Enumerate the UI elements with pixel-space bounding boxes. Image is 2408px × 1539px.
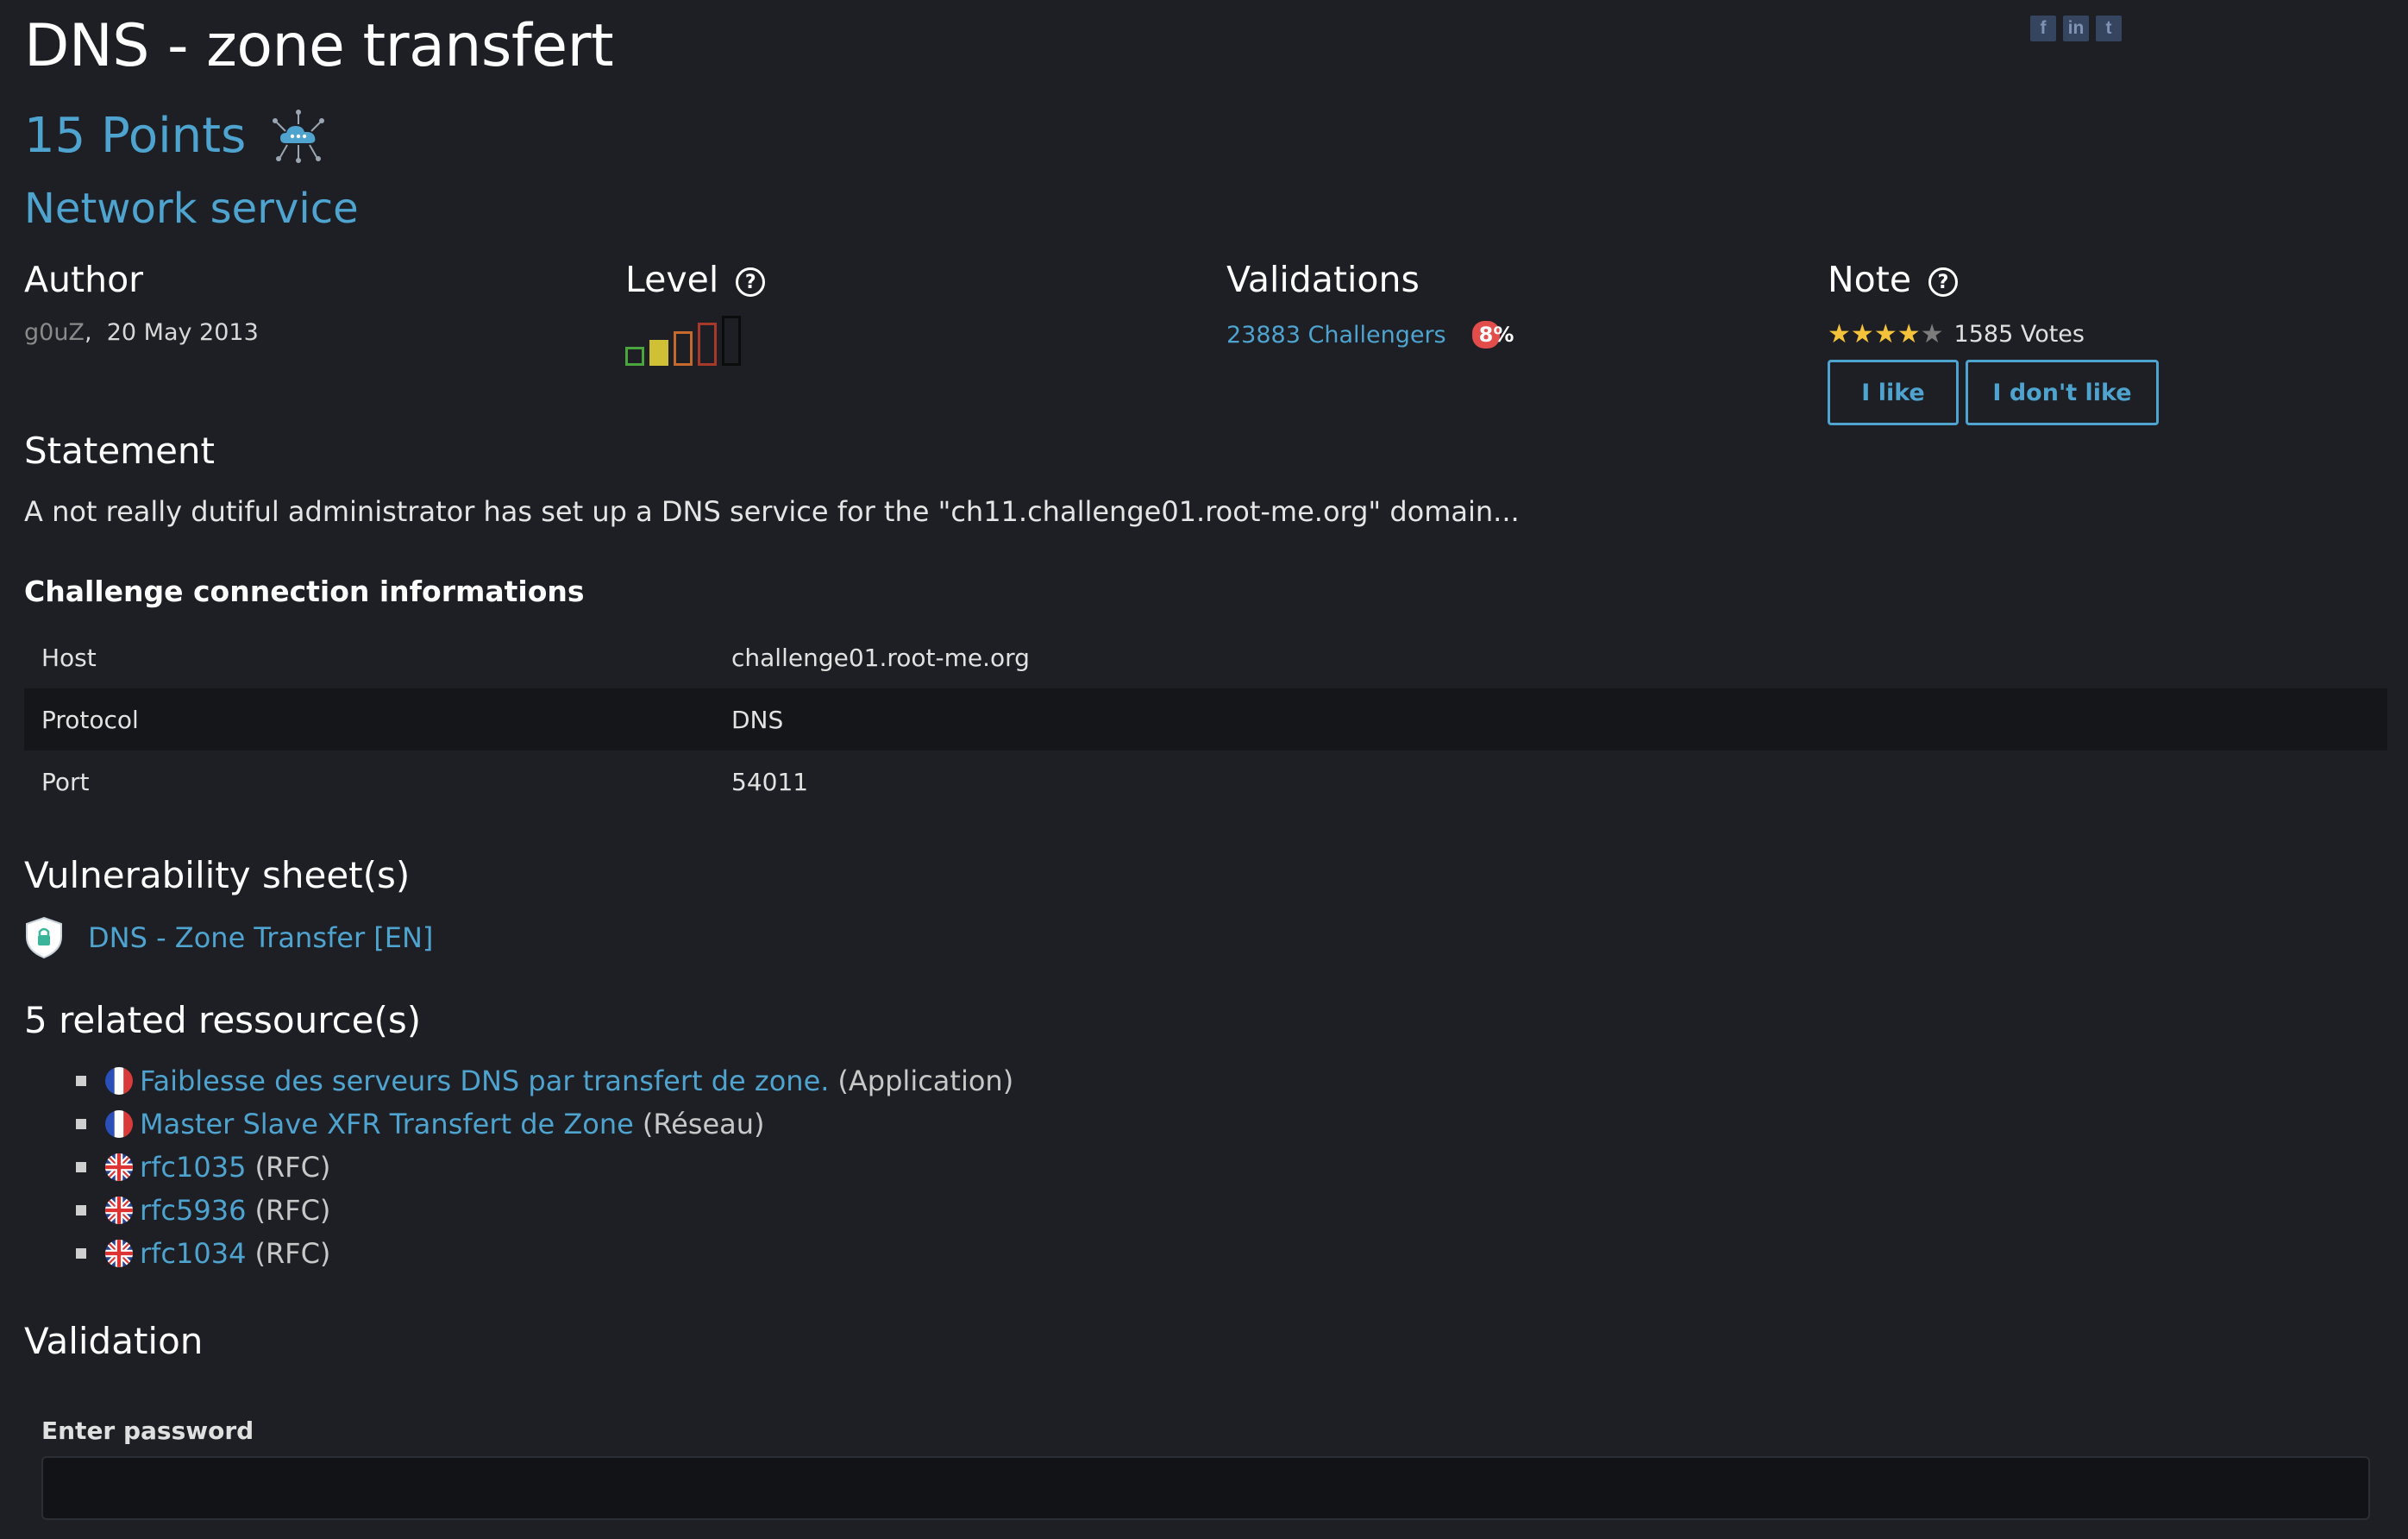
resource-type: (RFC) <box>254 1151 331 1184</box>
resource-link[interactable]: Faiblesse des serveurs DNS par transfert… <box>140 1065 829 1097</box>
validations-block: Validations 23883 Challengers 8% <box>1226 259 1514 349</box>
resources-list: Faiblesse des serveurs DNS par transfert… <box>76 1059 1013 1275</box>
validation-heading: Validation <box>24 1320 204 1362</box>
list-item: Master Slave XFR Transfert de Zone (Rése… <box>76 1102 1013 1146</box>
bullet <box>76 1205 86 1215</box>
protocol-value: DNS <box>731 705 784 734</box>
shield-lock-icon <box>26 916 62 959</box>
dislike-button[interactable]: I don't like <box>1966 360 2159 425</box>
table-row: Port 54011 <box>24 751 2387 813</box>
twitter-icon[interactable]: t <box>2096 16 2122 41</box>
protocol-key: Protocol <box>41 705 139 734</box>
share-buttons: f in t <box>2030 16 2122 41</box>
french-flag-icon <box>105 1067 133 1095</box>
level-bar-4 <box>698 323 717 366</box>
uk-flag-icon <box>105 1240 133 1267</box>
level-heading-text: Level <box>625 259 719 300</box>
facebook-icon[interactable]: f <box>2030 16 2056 41</box>
uk-flag-icon <box>105 1197 133 1224</box>
resource-link[interactable]: rfc1035 <box>140 1151 246 1184</box>
resource-link[interactable]: rfc1034 <box>140 1237 246 1270</box>
connection-heading: Challenge connection informations <box>24 575 585 608</box>
vulnerability-link[interactable]: DNS - Zone Transfer [EN] <box>88 921 433 954</box>
validations-line: 23883 Challengers 8% <box>1226 321 1514 349</box>
network-cloud-icon <box>273 110 325 163</box>
help-icon[interactable]: ? <box>1928 267 1959 297</box>
votes-count: 1585 Votes <box>1953 321 2085 348</box>
note-block: Note ? ★ ★ ★ ★ ★ 1585 Votes I like I don't l… <box>1828 259 2159 425</box>
host-value: challenge01.root-me.org <box>731 643 1030 672</box>
star-rating: ★ ★ ★ ★ ★ <box>1828 319 1944 349</box>
bullet <box>76 1248 86 1259</box>
bullet <box>76 1076 86 1086</box>
level-block: Level ? <box>625 259 766 366</box>
level-bar-2 <box>649 340 668 366</box>
star-filled-icon[interactable]: ★ <box>1851 319 1874 349</box>
french-flag-icon <box>105 1110 133 1138</box>
statement-text: A not really dutiful administrator has s… <box>24 495 1520 528</box>
port-value: 54011 <box>731 767 809 796</box>
list-item: rfc1035 (RFC) <box>76 1146 1013 1189</box>
table-row: Host challenge01.root-me.org <box>24 626 2387 688</box>
resource-link[interactable]: Master Slave XFR Transfert de Zone <box>140 1108 634 1140</box>
statement-heading: Statement <box>24 430 216 472</box>
list-item: rfc5936 (RFC) <box>76 1189 1013 1232</box>
list-item: rfc1034 (RFC) <box>76 1232 1013 1275</box>
category-link[interactable]: Network service <box>24 185 359 233</box>
validations-heading-text: Validations <box>1226 259 1420 300</box>
resource-link[interactable]: rfc5936 <box>140 1194 246 1227</box>
vulnerability-row: DNS - Zone Transfer [EN] <box>24 916 433 959</box>
password-label: Enter password <box>41 1417 254 1445</box>
author-separator: , <box>84 319 92 346</box>
level-heading: Level ? <box>625 259 766 300</box>
linkedin-icon[interactable]: in <box>2063 16 2089 41</box>
resource-type: (Application) <box>837 1065 1014 1097</box>
bullet <box>76 1162 86 1172</box>
author-heading-text: Author <box>24 259 144 300</box>
like-button[interactable]: I like <box>1828 360 1959 425</box>
host-key: Host <box>41 643 97 672</box>
note-heading-text: Note <box>1828 259 1912 300</box>
points-row: 15 Points <box>24 107 327 164</box>
connection-table: Host challenge01.root-me.org Protocol DN… <box>24 626 2387 813</box>
page-title: DNS - zone transfert <box>24 12 614 80</box>
level-bar-3 <box>674 331 693 366</box>
author-name[interactable]: g0uZ <box>24 319 85 346</box>
level-indicator <box>625 314 765 366</box>
level-bar-1 <box>625 347 644 366</box>
author-line: g0uZ, 20 May 2013 <box>24 319 259 346</box>
author-heading: Author <box>24 259 259 300</box>
percent-sign: % <box>1493 323 1514 347</box>
resources-heading: 5 related ressource(s) <box>24 999 422 1041</box>
password-input[interactable] <box>41 1456 2370 1520</box>
vulnerability-heading: Vulnerability sheet(s) <box>24 854 411 896</box>
star-filled-icon[interactable]: ★ <box>1897 319 1921 349</box>
validation-percent-badge: 8% <box>1471 321 1514 349</box>
validations-heading: Validations <box>1226 259 1514 300</box>
rating-line: ★ ★ ★ ★ ★ 1585 Votes <box>1828 319 2159 349</box>
resource-type: (Réseau) <box>642 1108 765 1140</box>
points-value: 15 Points <box>24 107 247 164</box>
list-item: Faiblesse des serveurs DNS par transfert… <box>76 1059 1013 1102</box>
challengers-link[interactable]: 23883 Challengers <box>1226 322 1446 349</box>
bullet <box>76 1119 86 1129</box>
help-icon[interactable]: ? <box>736 267 766 297</box>
level-bar-5 <box>722 316 741 366</box>
author-date: 20 May 2013 <box>106 319 259 346</box>
star-filled-icon[interactable]: ★ <box>1828 319 1851 349</box>
vote-buttons: I like I don't like <box>1828 360 2159 425</box>
table-row: Protocol DNS <box>24 688 2387 751</box>
star-empty-icon[interactable]: ★ <box>1921 319 1944 349</box>
star-filled-icon[interactable]: ★ <box>1874 319 1897 349</box>
author-block: Author g0uZ, 20 May 2013 <box>24 259 259 346</box>
note-heading: Note ? <box>1828 259 2159 300</box>
resource-type: (RFC) <box>254 1237 331 1270</box>
resource-type: (RFC) <box>254 1194 331 1227</box>
port-key: Port <box>41 767 90 796</box>
uk-flag-icon <box>105 1153 133 1181</box>
